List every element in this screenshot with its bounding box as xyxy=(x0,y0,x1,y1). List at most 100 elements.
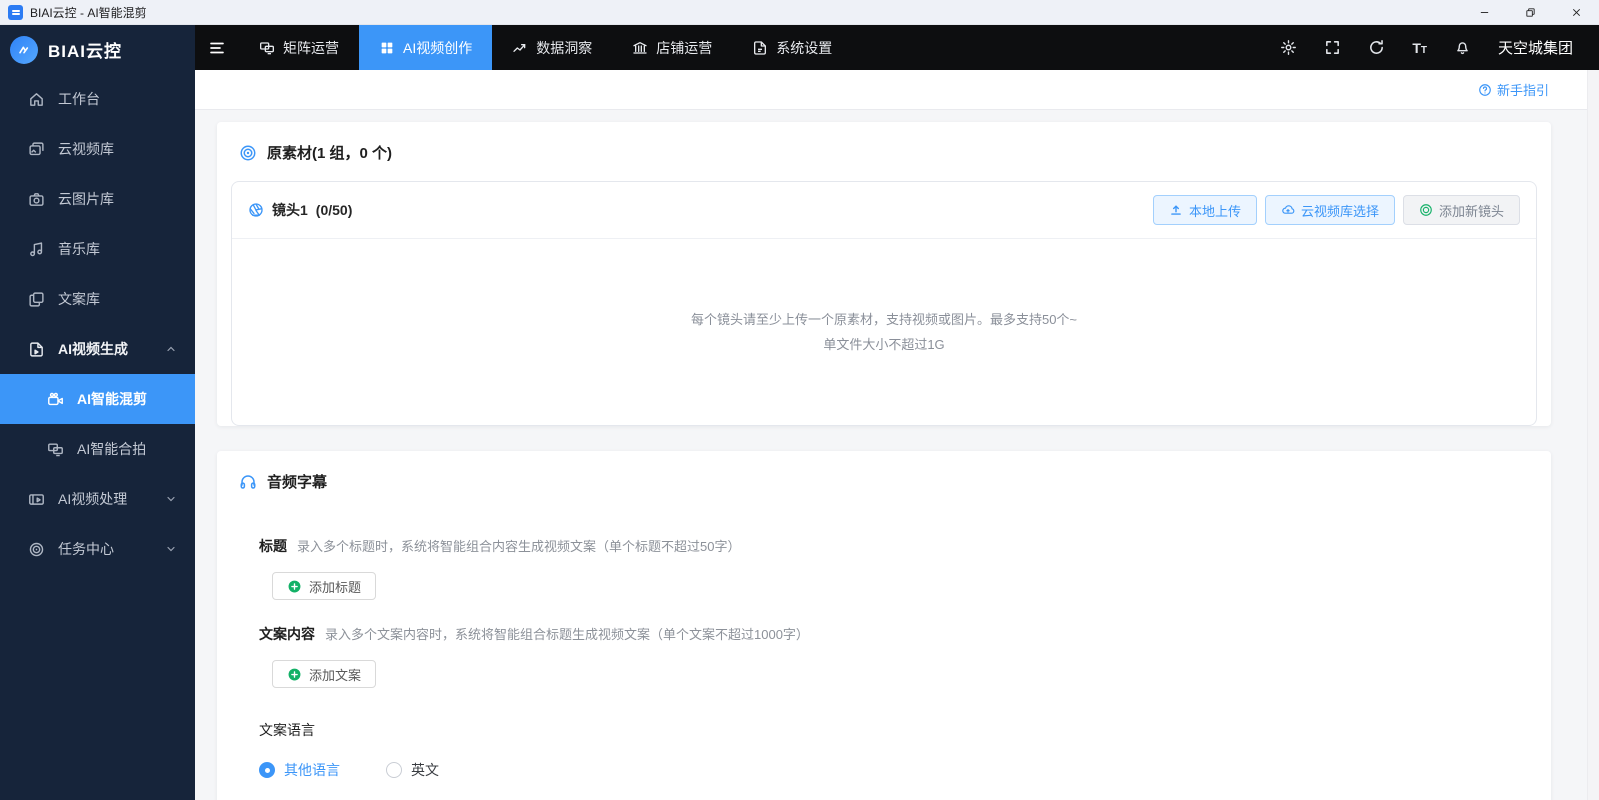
gear-icon[interactable] xyxy=(1280,39,1297,56)
tab-label: 系统设置 xyxy=(776,38,832,58)
sidebar-item-ai-smart-duet[interactable]: AI智能合拍 xyxy=(0,424,195,474)
button-label: 添加标题 xyxy=(309,577,361,596)
bank-icon xyxy=(632,40,648,56)
menu-collapse-button[interactable] xyxy=(195,25,239,70)
tab-label: AI视频创作 xyxy=(403,38,472,58)
dual-monitor-icon xyxy=(259,40,275,56)
video-camera-icon xyxy=(47,391,64,408)
cloud-library-select-button[interactable]: 云视频库选择 xyxy=(1265,195,1395,225)
audio-subtitle-card: 音频字幕 标题 录入多个标题时，系统将智能组合内容生成视频文案（单个标题不超过5… xyxy=(217,451,1551,800)
add-new-shot-button[interactable]: 添加新镜头 xyxy=(1403,195,1520,225)
topnav: 矩阵运营 AI视频创作 数据洞察 店铺运营 xyxy=(195,25,1599,70)
target-green-icon xyxy=(1419,203,1433,217)
sidebar-item-cloud-image-library[interactable]: 云图片库 xyxy=(0,174,195,224)
title-section-label: 标题 xyxy=(259,536,287,556)
language-section: 文案语言 其他语言 英文 xyxy=(217,720,1551,780)
sidebar-item-ai-video-generate[interactable]: AI视频生成 xyxy=(0,324,195,374)
language-label: 文案语言 xyxy=(259,720,1509,740)
radio-other-language[interactable]: 其他语言 xyxy=(259,760,340,780)
bell-icon[interactable] xyxy=(1454,39,1471,56)
tab-label: 店铺运营 xyxy=(656,38,712,58)
guide-link-label: 新手指引 xyxy=(1497,80,1549,99)
radio-label: 其他语言 xyxy=(284,760,340,780)
close-icon xyxy=(1571,7,1582,18)
page-body: 原素材(1 组，0 个) 镜头1 (0/50) xyxy=(195,110,1599,800)
tab-data-insight[interactable]: 数据洞察 xyxy=(492,25,612,70)
minimize-icon xyxy=(1479,7,1490,18)
chevron-up-icon xyxy=(165,343,177,355)
music-note-icon xyxy=(28,241,45,258)
tab-shop-operation[interactable]: 店铺运营 xyxy=(612,25,732,70)
shot-group-card: 镜头1 (0/50) 本地上传 xyxy=(231,181,1537,426)
tab-ai-video-creation[interactable]: AI视频创作 xyxy=(359,25,492,70)
tab-label: 矩阵运营 xyxy=(283,38,339,58)
fullscreen-icon[interactable] xyxy=(1324,39,1341,56)
button-label: 本地上传 xyxy=(1189,201,1241,220)
sidebar-item-label: 工作台 xyxy=(58,89,100,109)
app-title: BIAI云控 - AI智能混剪 xyxy=(30,4,147,21)
sidebar-item-label: AI智能混剪 xyxy=(77,389,147,409)
add-copy-button[interactable]: 添加文案 xyxy=(272,660,376,688)
content-area: 新手指引 原素材(1 组，0 个) xyxy=(195,70,1599,800)
tab-system-settings[interactable]: 系统设置 xyxy=(732,25,852,70)
logo: BIAI云控 xyxy=(0,25,195,74)
title-section: 标题 录入多个标题时，系统将智能组合内容生成视频文案（单个标题不超过50字） 添… xyxy=(217,536,1551,624)
hamburger-icon xyxy=(208,39,226,57)
sidebar-item-workbench[interactable]: 工作台 xyxy=(0,74,195,124)
logo-icon xyxy=(10,36,38,64)
add-title-button[interactable]: 添加标题 xyxy=(272,572,376,600)
sidebar-item-ai-video-process[interactable]: AI视频处理 xyxy=(0,474,195,524)
materials-target-icon xyxy=(239,144,257,162)
guide-link[interactable]: 新手指引 xyxy=(1478,80,1549,99)
sidebar-nav: 工作台 云视频库 云图片库 音乐库 文案库 xyxy=(0,74,195,574)
local-upload-button[interactable]: 本地上传 xyxy=(1153,195,1257,225)
font-size-icon[interactable]: TT xyxy=(1412,40,1427,56)
scrollbar[interactable] xyxy=(1587,70,1599,800)
sidebar-item-cloud-video-library[interactable]: 云视频库 xyxy=(0,124,195,174)
empty-hint-line1: 每个镜头请至少上传一个原素材，支持视频或图片。最多支持50个~ xyxy=(691,307,1077,332)
copy-doc-icon xyxy=(28,291,45,308)
chevron-down-icon xyxy=(165,493,177,505)
materials-card: 原素材(1 组，0 个) 镜头1 (0/50) xyxy=(217,122,1551,426)
shot-empty-dropzone[interactable]: 每个镜头请至少上传一个原素材，支持视频或图片。最多支持50个~ 单文件大小不超过… xyxy=(232,239,1536,425)
sidebar-item-label: AI视频生成 xyxy=(58,339,128,359)
tab-label: 数据洞察 xyxy=(536,38,592,58)
title-section-hint: 录入多个标题时，系统将智能组合内容生成视频文案（单个标题不超过50字） xyxy=(297,536,740,555)
upload-icon xyxy=(1169,203,1183,217)
radio-english[interactable]: 英文 xyxy=(386,760,439,780)
tab-matrix-operation[interactable]: 矩阵运营 xyxy=(239,25,359,70)
maximize-button[interactable] xyxy=(1507,0,1553,24)
sidebar-item-copy-library[interactable]: 文案库 xyxy=(0,274,195,324)
insight-chart-icon xyxy=(512,40,528,56)
sidebar-item-task-center[interactable]: 任务中心 xyxy=(0,524,195,574)
doc-settings-icon xyxy=(752,40,768,56)
sidebar-item-music-library[interactable]: 音乐库 xyxy=(0,224,195,274)
close-button[interactable] xyxy=(1553,0,1599,24)
sidebar-item-ai-smart-clip[interactable]: AI智能混剪 xyxy=(0,374,195,424)
copy-section-label: 文案内容 xyxy=(259,624,315,644)
refresh-icon[interactable] xyxy=(1368,39,1385,56)
camera-icon xyxy=(28,191,45,208)
plus-circle-icon xyxy=(287,579,302,594)
sidebar-item-label: 音乐库 xyxy=(58,239,100,259)
copy-section-hint: 录入多个文案内容时，系统将智能组合标题生成视频文案（单个文案不超过1000字） xyxy=(325,624,809,643)
empty-hint-line2: 单文件大小不超过1G xyxy=(823,332,944,357)
button-label: 添加新镜头 xyxy=(1439,201,1504,220)
sidebar-item-label: AI智能合拍 xyxy=(77,439,146,459)
shot-count: (0/50) xyxy=(316,202,353,218)
plus-circle-icon xyxy=(287,667,302,682)
sidebar: BIAI云控 工作台 云视频库 云图片库 音乐库 xyxy=(0,25,195,800)
button-label: 添加文案 xyxy=(309,665,361,684)
sidebar-item-label: 文案库 xyxy=(58,289,100,309)
logo-text: BIAI云控 xyxy=(48,37,122,62)
content-header: 新手指引 xyxy=(195,70,1599,110)
cloud-upload-icon xyxy=(1281,203,1295,217)
chevron-down-icon xyxy=(165,543,177,555)
aperture-icon xyxy=(248,202,264,218)
dual-monitor-icon xyxy=(47,441,64,458)
radio-dot xyxy=(386,762,402,778)
grid-icon xyxy=(379,40,395,56)
org-name[interactable]: 天空城集团 xyxy=(1498,37,1573,58)
copy-section: 文案内容 录入多个文案内容时，系统将智能组合标题生成视频文案（单个文案不超过10… xyxy=(217,624,1551,712)
minimize-button[interactable] xyxy=(1461,0,1507,24)
